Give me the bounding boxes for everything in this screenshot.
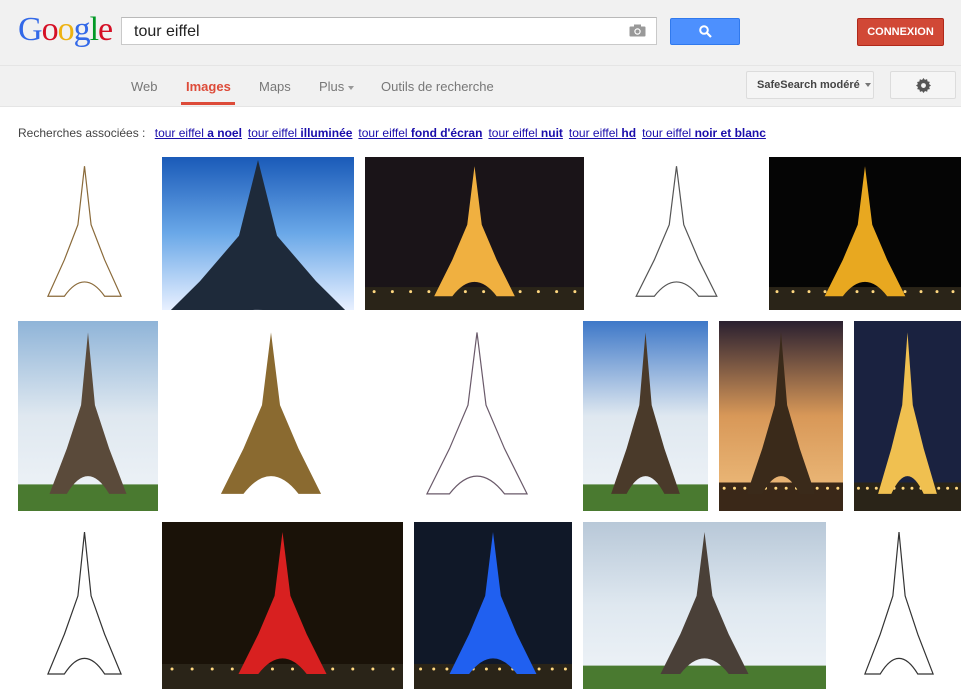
eiffel-tower-thumbnail [595,157,758,310]
related-searches: Recherches associées : tour eiffel a noe… [18,126,766,140]
related-search-link[interactable]: tour eiffel hd [569,126,636,140]
tab-maps[interactable]: Maps [259,79,291,94]
dropdown-arrow-icon [348,85,355,90]
tab-plus[interactable]: Plus [319,79,355,94]
tab-web[interactable]: Web [131,79,158,94]
image-result[interactable] [170,321,372,511]
eiffel-tower-thumbnail [162,157,354,310]
image-result[interactable] [854,321,961,511]
eiffel-tower-thumbnail [170,321,372,511]
image-result[interactable] [837,522,961,689]
related-search-link[interactable]: tour eiffel nuit [488,126,562,140]
search-box[interactable] [121,17,657,45]
nav-bar: Web Images Maps Plus Outils de recherche… [0,66,961,107]
eiffel-tower-thumbnail [583,321,708,511]
image-result[interactable] [719,321,843,511]
eiffel-tower-thumbnail [18,157,151,310]
top-bar: Google CONNEXION [0,0,961,66]
eiffel-tower-thumbnail [719,321,843,511]
image-result[interactable] [18,157,151,310]
image-result[interactable] [769,157,961,310]
related-search-link[interactable]: tour eiffel illuminée [248,126,353,140]
eiffel-tower-thumbnail [837,522,961,689]
image-result[interactable] [583,522,826,689]
gear-icon [916,78,931,93]
image-result[interactable] [18,321,158,511]
image-result[interactable] [162,157,354,310]
related-search-link[interactable]: tour eiffel fond d'écran [358,126,482,140]
google-logo[interactable]: Google [18,10,113,50]
signin-button[interactable]: CONNEXION [857,18,944,46]
settings-button[interactable] [890,71,956,99]
eiffel-tower-thumbnail [18,321,158,511]
eiffel-tower-thumbnail [162,522,403,689]
dropdown-arrow-icon [864,83,871,88]
eiffel-tower-thumbnail [382,321,572,511]
logo-letter: G [18,11,43,48]
tab-plus-label: Plus [319,79,345,94]
magnifier-icon [699,25,712,38]
camera-icon[interactable] [629,24,646,37]
related-search-link[interactable]: tour eiffel a noel [155,126,242,140]
eiffel-tower-thumbnail [583,522,826,689]
logo-letter: g [73,11,91,48]
safesearch-dropdown[interactable]: SafeSearch modéré [746,71,874,99]
safesearch-label: SafeSearch modéré [757,79,860,91]
search-button[interactable] [670,18,740,45]
eiffel-tower-thumbnail [18,522,151,689]
image-result[interactable] [583,321,708,511]
eiffel-tower-thumbnail [365,157,584,310]
related-search-link[interactable]: tour eiffel noir et blanc [642,126,766,140]
image-result[interactable] [595,157,758,310]
logo-letter: o [57,11,75,48]
search-input[interactable] [132,21,616,43]
related-searches-label: Recherches associées : [18,126,146,140]
image-result[interactable] [382,321,572,511]
tab-images-underline [181,102,235,105]
tab-images[interactable]: Images [186,79,231,94]
eiffel-tower-thumbnail [769,157,961,310]
logo-letter: l [89,11,100,48]
image-result[interactable] [18,522,151,689]
eiffel-tower-thumbnail [414,522,572,689]
tab-search-tools[interactable]: Outils de recherche [381,79,494,94]
image-result[interactable] [365,157,584,310]
image-result[interactable] [162,522,403,689]
image-result[interactable] [414,522,572,689]
logo-letter: o [41,11,59,48]
eiffel-tower-thumbnail [854,321,961,511]
logo-letter: e [98,11,113,48]
